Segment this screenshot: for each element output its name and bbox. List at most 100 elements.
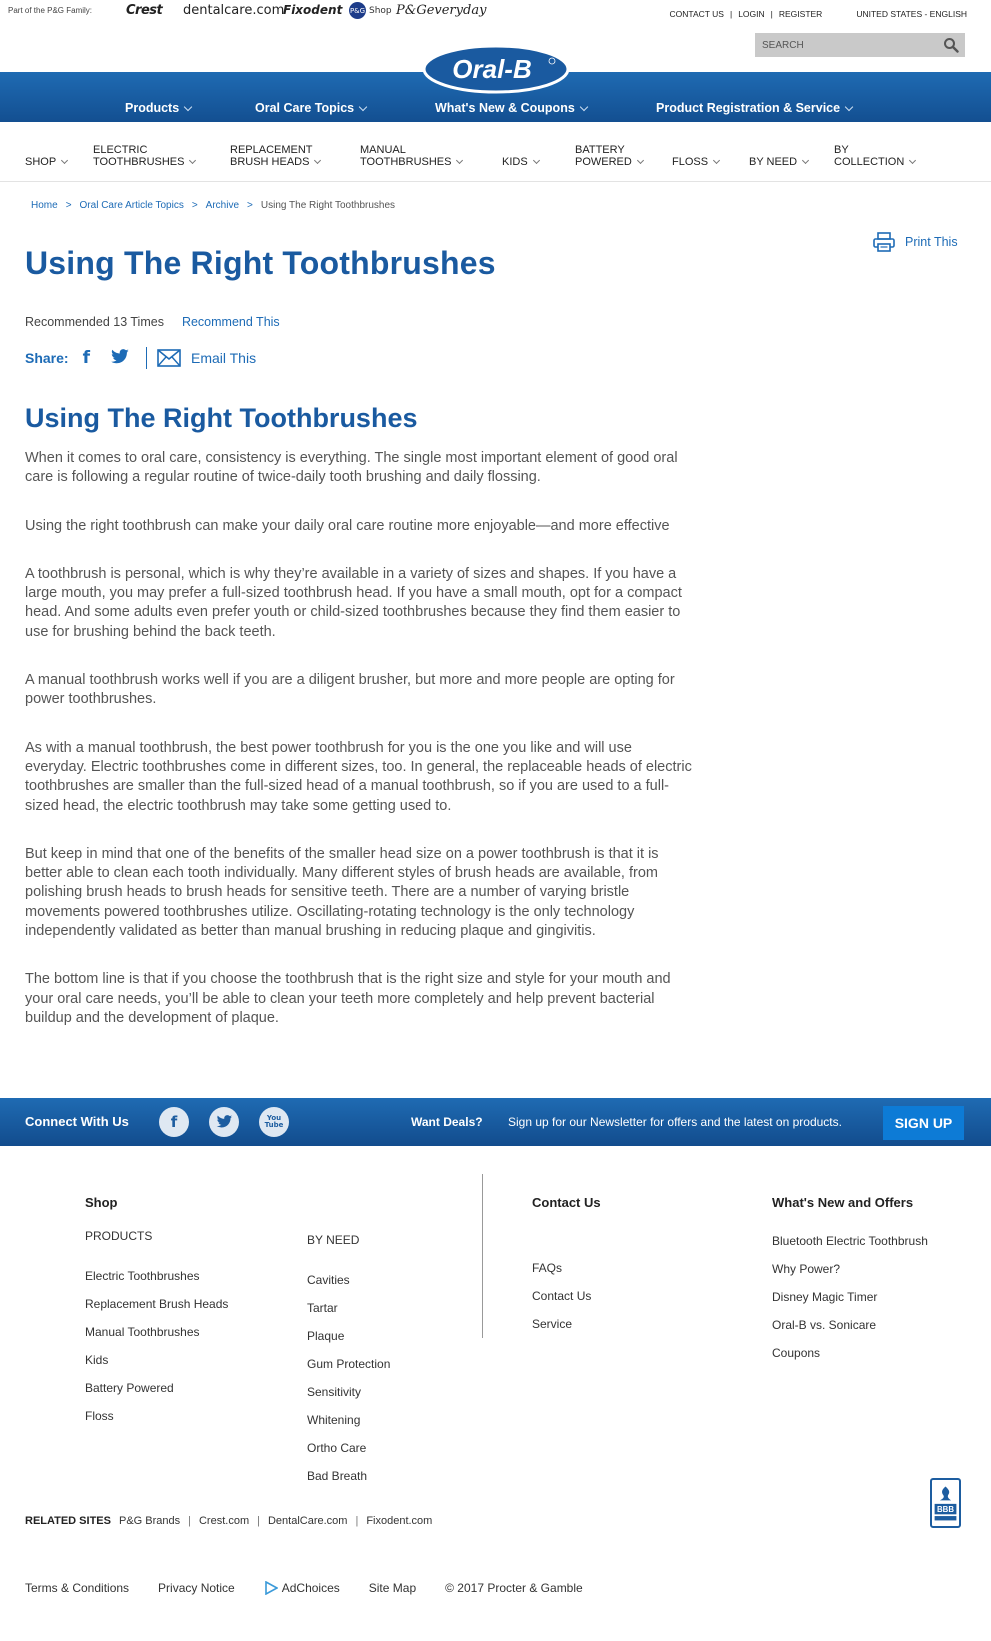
footer-link[interactable]: Battery Powered	[85, 1381, 174, 1395]
breadcrumb-separator: >	[191, 200, 198, 211]
article-paragraph: A manual toothbrush works well if you ar…	[25, 672, 675, 708]
category-manual-toothbrushes[interactable]: MANUAL TOOTHBRUSHES	[360, 144, 464, 168]
article-paragraph: A toothbrush is personal, which is why t…	[25, 565, 682, 640]
footer-link[interactable]: Electric Toothbrushes	[85, 1269, 200, 1283]
locale-selector[interactable]: UNITED STATES - ENGLISH	[856, 9, 967, 19]
footer-link[interactable]: Disney Magic Timer	[772, 1290, 877, 1304]
facebook-share-icon[interactable]: f	[83, 348, 90, 368]
footer-link[interactable]: Plaque	[307, 1329, 344, 1343]
utility-links: CONTACT US | LOGIN | REGISTER UNITED STA…	[670, 9, 967, 19]
nav-whats-new-coupons[interactable]: What's New & Coupons	[435, 101, 589, 115]
share-label: Share:	[25, 350, 69, 366]
category-kids[interactable]: KIDS	[502, 156, 540, 168]
footer-link[interactable]: Ortho Care	[307, 1441, 366, 1455]
chevron-down-icon	[844, 102, 854, 112]
family-label: Part of the P&G Family:	[8, 6, 93, 15]
share-divider	[145, 347, 147, 369]
related-sites: RELATED SITES P&G Brands | Crest.com | D…	[25, 1515, 432, 1527]
related-site-link[interactable]: P&G Brands	[119, 1515, 180, 1527]
youtube-icon[interactable]: You Tube	[259, 1107, 289, 1137]
footer-link[interactable]: Coupons	[772, 1346, 820, 1360]
footer-by-need-heading: BY NEED	[307, 1233, 360, 1247]
article-paragraph: But keep in mind that one of the benefit…	[25, 845, 659, 940]
pg-everyday-logo-link[interactable]: P&Geveryday	[396, 3, 486, 18]
terms-link[interactable]: Terms & Conditions	[25, 1581, 129, 1595]
chevron-down-icon	[358, 102, 368, 112]
article-paragraph: When it comes to oral care, consistency …	[25, 450, 678, 486]
category-floss[interactable]: FLOSS	[672, 156, 721, 168]
email-share-button[interactable]: Email This	[157, 349, 256, 367]
category-replacement-brush-heads[interactable]: REPLACEMENT BRUSH HEADS	[230, 144, 322, 168]
footer-link[interactable]: Manual Toothbrushes	[85, 1325, 200, 1339]
want-deals-label: Want Deals?	[411, 1115, 483, 1129]
adchoices-link[interactable]: AdChoices	[264, 1581, 340, 1595]
pg-shop-label: Shop	[369, 5, 392, 16]
footer-link[interactable]: Floss	[85, 1409, 114, 1423]
category-shop[interactable]: SHOP	[25, 156, 69, 168]
nav-oral-care-topics[interactable]: Oral Care Topics	[255, 101, 368, 115]
category-by-need[interactable]: BY NEED	[749, 156, 810, 168]
footer-link[interactable]: Cavities	[307, 1273, 350, 1287]
crest-logo-link[interactable]: Crest	[126, 3, 163, 18]
category-battery-powered[interactable]: BATTERY POWERED	[575, 144, 644, 168]
footer-link[interactable]: Whitening	[307, 1413, 360, 1427]
search-input[interactable]	[762, 39, 932, 51]
footer-whats-new-heading: What's New and Offers	[772, 1195, 914, 1210]
envelope-icon	[157, 349, 181, 367]
search-box	[755, 33, 965, 57]
article-paragraph: As with a manual toothbrush, the best po…	[25, 739, 692, 814]
site-map-link[interactable]: Site Map	[369, 1581, 416, 1595]
pg-shop-logo-link[interactable]: P&G Shop	[349, 2, 392, 19]
fixodent-logo-link[interactable]: Fixodent	[283, 3, 342, 17]
footer-link[interactable]: Bad Breath	[307, 1469, 367, 1483]
nav-products[interactable]: Products	[125, 101, 193, 115]
footer-link[interactable]: Service	[532, 1317, 572, 1331]
chevron-down-icon	[636, 156, 644, 165]
privacy-link[interactable]: Privacy Notice	[158, 1581, 235, 1595]
article-paragraph: Using the right toothbrush can make your…	[25, 517, 670, 534]
footer-link[interactable]: Kids	[85, 1353, 108, 1367]
connect-bar: Connect With Us f You Tube Want Deals? S…	[0, 1098, 991, 1146]
related-site-link[interactable]: Fixodent.com	[366, 1515, 432, 1527]
chevron-down-icon	[532, 156, 540, 165]
article-heading: Using The Right Toothbrushes	[25, 403, 418, 433]
category-by-collection[interactable]: BY COLLECTION	[834, 144, 917, 168]
footer-link[interactable]: Gum Protection	[307, 1357, 390, 1371]
facebook-icon[interactable]: f	[159, 1107, 189, 1137]
contact-us-link[interactable]: CONTACT US	[670, 9, 724, 19]
logo-text: Oral-B	[452, 54, 531, 84]
oral-b-logo[interactable]: Oral-B	[422, 44, 570, 94]
sign-up-button[interactable]: SIGN UP	[883, 1106, 964, 1140]
breadcrumb-separator: >	[65, 200, 72, 211]
login-link[interactable]: LOGIN	[738, 9, 764, 19]
twitter-share-icon[interactable]	[110, 348, 130, 368]
search-icon[interactable]	[943, 37, 959, 53]
recommend-this-link[interactable]: Recommend This	[182, 315, 280, 329]
footer-link[interactable]: Bluetooth Electric Toothbrush	[772, 1234, 928, 1248]
footer-contact-heading: Contact Us	[532, 1195, 601, 1210]
breadcrumb-archive[interactable]: Archive	[206, 200, 239, 211]
footer-link[interactable]: FAQs	[532, 1261, 562, 1275]
breadcrumb-home[interactable]: Home	[31, 200, 58, 211]
bbb-text: BBB	[937, 1505, 954, 1514]
breadcrumb-oral-care-topics[interactable]: Oral Care Article Topics	[80, 200, 184, 211]
category-electric-toothbrushes[interactable]: ELECTRIC TOOTHBRUSHES	[93, 144, 197, 168]
dentalcare-logo-link[interactable]: dentalcare.com	[183, 3, 284, 18]
print-button[interactable]: Print This	[873, 232, 958, 252]
chevron-down-icon	[314, 156, 322, 165]
related-site-link[interactable]: DentalCare.com	[268, 1515, 347, 1527]
bbb-seal-icon[interactable]: BBB	[930, 1478, 961, 1528]
chevron-down-icon	[189, 156, 197, 165]
register-link[interactable]: REGISTER	[779, 9, 822, 19]
footer-link[interactable]: Replacement Brush Heads	[85, 1297, 228, 1311]
twitter-icon[interactable]	[209, 1107, 239, 1137]
related-site-link[interactable]: Crest.com	[199, 1515, 249, 1527]
footer-link[interactable]: Oral-B vs. Sonicare	[772, 1318, 876, 1332]
footer-link[interactable]: Why Power?	[772, 1262, 840, 1276]
nav-product-registration-service[interactable]: Product Registration & Service	[656, 101, 854, 115]
article-paragraph: The bottom line is that if you choose th…	[25, 971, 671, 1026]
footer-link[interactable]: Tartar	[307, 1301, 338, 1315]
recommend-row: Recommended 13 Times Recommend This	[25, 315, 280, 329]
footer-link[interactable]: Sensitivity	[307, 1385, 361, 1399]
footer-link[interactable]: Contact Us	[532, 1289, 591, 1303]
